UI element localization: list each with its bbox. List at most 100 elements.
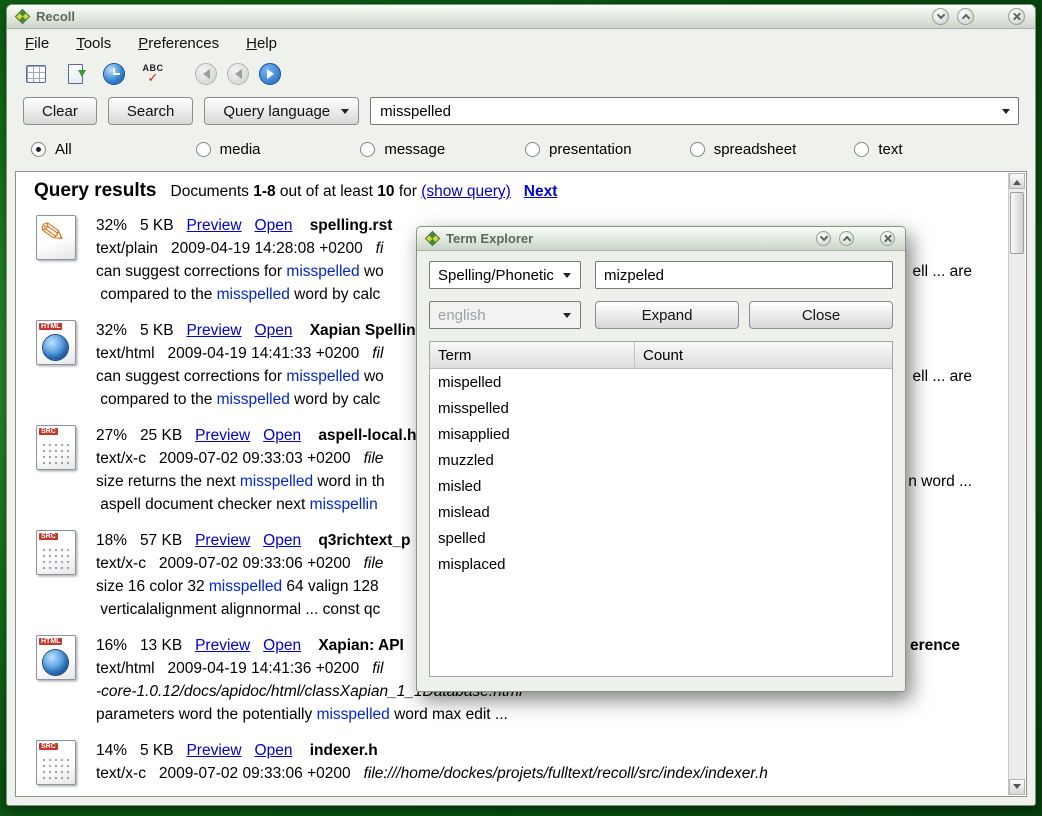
scrollbar-thumb[interactable] <box>1010 192 1024 254</box>
clock-icon <box>104 64 124 84</box>
menu-preferences[interactable]: Preferences <box>138 35 219 52</box>
results-scrollbar[interactable] <box>1008 173 1025 795</box>
result-link[interactable]: Open <box>255 217 293 234</box>
text-segment: 32% 5 KB <box>96 217 186 234</box>
first-page-button[interactable] <box>195 63 217 85</box>
text-segment: aspell document checker next <box>96 496 310 513</box>
text-segment: fil <box>372 660 383 677</box>
result-link[interactable]: Preview <box>195 427 250 444</box>
close-button[interactable] <box>1008 8 1025 25</box>
scroll-up-button[interactable] <box>1009 173 1025 189</box>
filter-presentation[interactable]: presentation <box>525 141 690 158</box>
result-link[interactable]: Preview <box>195 532 250 549</box>
text-segment: text/x-c 2009-07-02 09:33:03 +0200 <box>96 450 364 467</box>
term-row[interactable]: mispelled <box>430 369 892 395</box>
next-page-button[interactable] <box>259 63 281 85</box>
result-link[interactable]: Preview <box>186 742 241 759</box>
clear-button[interactable]: Clear <box>23 97 97 125</box>
results-summary: Documents 1-8 out of at least 10 for (sh… <box>171 183 558 201</box>
text-fragment: ell ... are <box>913 365 972 388</box>
result-link[interactable]: Open <box>263 532 301 549</box>
dialog-maximize-button[interactable] <box>839 231 854 246</box>
term-row[interactable]: misapplied <box>430 421 892 447</box>
filter-text[interactable]: text <box>854 141 1019 158</box>
html-file-icon: HTML <box>34 634 80 682</box>
expand-button[interactable]: Expand <box>595 301 739 329</box>
filter-spreadsheet[interactable]: spreadsheet <box>690 141 855 158</box>
maximize-button[interactable] <box>957 8 974 25</box>
result-link[interactable]: Preview <box>186 217 241 234</box>
dialog-shade-button[interactable] <box>816 231 831 246</box>
scroll-down-button[interactable] <box>1009 779 1025 795</box>
term-explorer-button[interactable]: ABC ✓ <box>140 61 166 87</box>
file-type-tag: SRC <box>39 428 58 435</box>
text-segment: text/plain 2009-04-19 14:28:08 +0200 <box>96 240 376 257</box>
result-item: SRC14% 5 KB Preview Open indexer.htext/x… <box>34 739 1004 787</box>
text-segment <box>301 532 318 549</box>
prev-page-button[interactable] <box>227 63 249 85</box>
dialog-title: Term Explorer <box>446 231 533 246</box>
result-link[interactable]: Preview <box>186 322 241 339</box>
toolbar: ABC ✓ <box>7 57 1035 91</box>
chevron-down-icon[interactable] <box>1002 109 1010 114</box>
close-dialog-button[interactable]: Close <box>749 301 893 329</box>
text-segment <box>292 742 309 759</box>
history-button[interactable] <box>101 61 127 87</box>
text-segment <box>511 183 524 200</box>
radio-icon <box>360 142 375 157</box>
result-link[interactable]: Open <box>255 742 293 759</box>
window-title: Recoll <box>36 9 75 24</box>
menu-file[interactable]: File <box>25 35 49 52</box>
menu-tools[interactable]: Tools <box>76 35 111 52</box>
filter-message[interactable]: message <box>360 141 525 158</box>
text-segment: out of at least <box>276 183 378 200</box>
text-segment: word max edit ... <box>390 706 508 723</box>
text-segment <box>250 532 263 549</box>
filter-media[interactable]: media <box>196 141 361 158</box>
filter-all[interactable]: All <box>31 141 196 158</box>
document-refresh-icon <box>68 64 83 84</box>
menu-help[interactable]: Help <box>246 35 277 52</box>
term-table: Term Count mispelledmisspelled misapplied… <box>429 341 893 677</box>
shade-button[interactable] <box>932 8 949 25</box>
update-index-button[interactable] <box>62 61 88 87</box>
text-segment: file:///home/dockes/projets/fulltext/rec… <box>364 765 768 782</box>
text-segment: can suggest corrections for <box>96 368 286 385</box>
column-header-term[interactable]: Term <box>430 342 635 368</box>
clear-search-button[interactable] <box>23 61 49 87</box>
text-segment: 27% 25 KB <box>96 427 195 444</box>
result-link[interactable]: Preview <box>195 637 250 654</box>
term-row[interactable]: misled <box>430 473 892 499</box>
text-segment: word by calc <box>290 391 380 408</box>
term-row[interactable]: misplaced <box>430 551 892 577</box>
term-input[interactable] <box>595 261 893 289</box>
dialog-close-button[interactable] <box>880 231 895 246</box>
term-row[interactable]: mislead <box>430 499 892 525</box>
result-link[interactable]: (show query) <box>421 183 511 200</box>
filter-bar: Allmediamessagepresentationspreadsheette… <box>7 129 1035 165</box>
result-link[interactable]: Open <box>255 322 293 339</box>
code-dots-icon <box>41 547 71 571</box>
text-segment <box>250 427 263 444</box>
term-table-header: Term Count <box>430 342 892 369</box>
text-segment: spelling.rst <box>310 217 393 234</box>
text-segment: misspelled <box>286 263 359 280</box>
search-button[interactable]: Search <box>108 97 194 125</box>
text-segment: compared to the <box>96 391 217 408</box>
result-link[interactable]: Open <box>263 637 301 654</box>
column-header-count[interactable]: Count <box>635 342 892 368</box>
dialog-titlebar: Term Explorer <box>417 227 905 251</box>
term-cell: misapplied <box>430 426 635 443</box>
term-row[interactable]: muzzled <box>430 447 892 473</box>
text-segment: misspelled <box>240 473 313 490</box>
radio-icon <box>31 142 46 157</box>
text-segment: can suggest corrections for <box>96 263 286 280</box>
expansion-mode-dropdown[interactable]: Spelling/Phonetic <box>429 261 581 289</box>
term-row[interactable]: misspelled <box>430 395 892 421</box>
result-link[interactable]: Open <box>263 427 301 444</box>
query-input[interactable] <box>370 97 1019 125</box>
term-row[interactable]: spelled <box>430 525 892 551</box>
file-type-tag: SRC <box>39 743 58 750</box>
result-link[interactable]: Next <box>524 183 558 200</box>
query-language-dropdown[interactable]: Query language <box>204 97 359 125</box>
